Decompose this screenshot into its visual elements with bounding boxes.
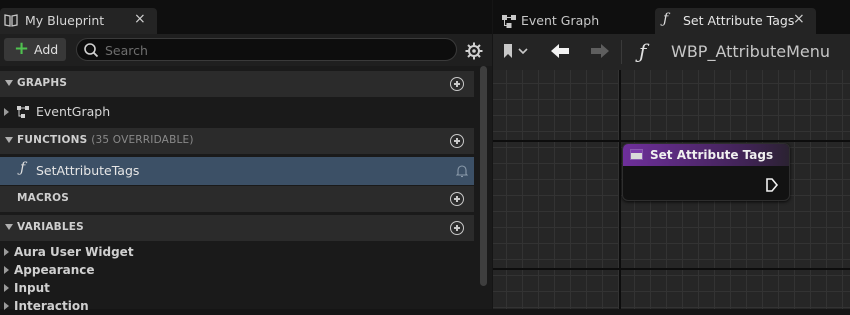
- grid-major-line: [493, 140, 850, 142]
- section-functions[interactable]: FUNCTIONS (35 OVERRIDABLE): [0, 128, 474, 154]
- scrollbar-thumb[interactable]: [480, 66, 487, 286]
- add-function-plus-icon[interactable]: [450, 134, 464, 148]
- tab-set-attribute-tags[interactable]: ƒ Set Attribute Tags ×: [655, 8, 816, 34]
- tab-event-graph[interactable]: Event Graph: [499, 8, 647, 34]
- variable-category-aura-user-widget[interactable]: Aura User Widget: [0, 243, 474, 261]
- function-entry-node[interactable]: Set Attribute Tags: [622, 143, 790, 201]
- graph-editor-panel: Event Graph ƒ Set Attribute Tags × ƒ WBP…: [493, 0, 850, 309]
- add-button-label: Add: [34, 42, 59, 57]
- forward-arrow-icon[interactable]: [589, 42, 611, 60]
- expand-caret-icon: [4, 248, 9, 256]
- graph-item-label: EventGraph: [36, 104, 111, 119]
- close-icon[interactable]: ×: [793, 11, 805, 27]
- tab-title: My Blueprint: [25, 13, 105, 28]
- expand-caret-icon: [4, 266, 9, 274]
- variable-category-label: Appearance: [14, 263, 95, 277]
- node-header: Set Attribute Tags: [623, 144, 789, 166]
- left-tab-strip: My Blueprint ×: [0, 0, 492, 34]
- search-box[interactable]: [76, 38, 457, 61]
- expand-caret-icon: [4, 108, 9, 116]
- node-title: Set Attribute Tags: [650, 148, 774, 162]
- tab-my-blueprint[interactable]: My Blueprint ×: [0, 8, 157, 34]
- event-graph-icon: [502, 15, 516, 28]
- grid-major-line: [493, 268, 850, 270]
- chevron-down-icon[interactable]: [518, 48, 528, 55]
- function-icon: ƒ: [639, 39, 647, 63]
- variable-category-interaction[interactable]: Interaction: [0, 297, 474, 315]
- section-title: VARIABLES: [17, 221, 84, 233]
- plus-icon: +: [14, 38, 30, 59]
- add-macro-plus-icon[interactable]: [450, 192, 464, 206]
- section-title: FUNCTIONS (35 OVERRIDABLE): [17, 134, 194, 146]
- graph-tab-strip: Event Graph ƒ Set Attribute Tags ×: [493, 0, 850, 34]
- add-button[interactable]: + Add: [4, 38, 66, 61]
- bookmark-icon[interactable]: [503, 44, 513, 58]
- event-graph-icon: [17, 106, 29, 118]
- tab-label: Event Graph: [521, 13, 600, 28]
- my-blueprint-panel: My Blueprint × + Add GRA: [0, 0, 492, 313]
- variable-category-appearance[interactable]: Appearance: [0, 261, 474, 279]
- graph-toolbar: ƒ WBP_AttributeMenu: [493, 34, 850, 70]
- function-icon: ƒ: [20, 160, 26, 176]
- blueprint-toolbar: + Add: [0, 34, 492, 66]
- section-title: GRAPHS: [17, 77, 68, 89]
- collapse-caret-icon: [5, 80, 13, 86]
- graph-item-eventgraph[interactable]: EventGraph: [0, 98, 474, 126]
- breadcrumb-title: WBP_AttributeMenu: [671, 42, 831, 61]
- add-variable-plus-icon[interactable]: [450, 221, 464, 235]
- settings-gear-icon[interactable]: [464, 41, 484, 61]
- variable-category-label: Aura User Widget: [14, 245, 134, 259]
- blueprint-book-icon: [4, 14, 18, 27]
- section-graphs[interactable]: GRAPHS: [0, 71, 474, 97]
- collapse-caret-icon: [5, 137, 13, 143]
- bell-icon[interactable]: [456, 164, 468, 178]
- collapse-caret-icon: [5, 224, 13, 230]
- expand-caret-icon: [4, 284, 9, 292]
- function-node-icon: [630, 149, 643, 160]
- tab-label: Set Attribute Tags: [683, 13, 795, 28]
- add-graph-plus-icon[interactable]: [450, 77, 464, 91]
- section-title: MACROS: [17, 192, 70, 204]
- overridable-count: (35 OVERRIDABLE): [91, 134, 194, 146]
- function-item-setattributetags[interactable]: ƒ SetAttributeTags: [0, 157, 474, 185]
- variable-category-label: Input: [14, 281, 50, 295]
- function-icon: ƒ: [663, 11, 669, 27]
- back-arrow-icon[interactable]: [549, 42, 571, 60]
- section-variables[interactable]: VARIABLES: [0, 215, 474, 241]
- variable-category-label: Interaction: [14, 299, 89, 313]
- section-macros[interactable]: MACROS: [0, 186, 474, 212]
- toolbar-divider: [621, 40, 622, 64]
- search-input[interactable]: [103, 41, 447, 59]
- grid-major-line: [619, 70, 621, 309]
- variable-category-input[interactable]: Input: [0, 279, 474, 297]
- exec-pin-icon[interactable]: [765, 177, 779, 193]
- search-icon: [84, 43, 99, 58]
- function-item-label: SetAttributeTags: [36, 163, 140, 178]
- close-icon[interactable]: ×: [134, 11, 146, 27]
- graph-canvas[interactable]: Set Attribute Tags: [493, 70, 850, 309]
